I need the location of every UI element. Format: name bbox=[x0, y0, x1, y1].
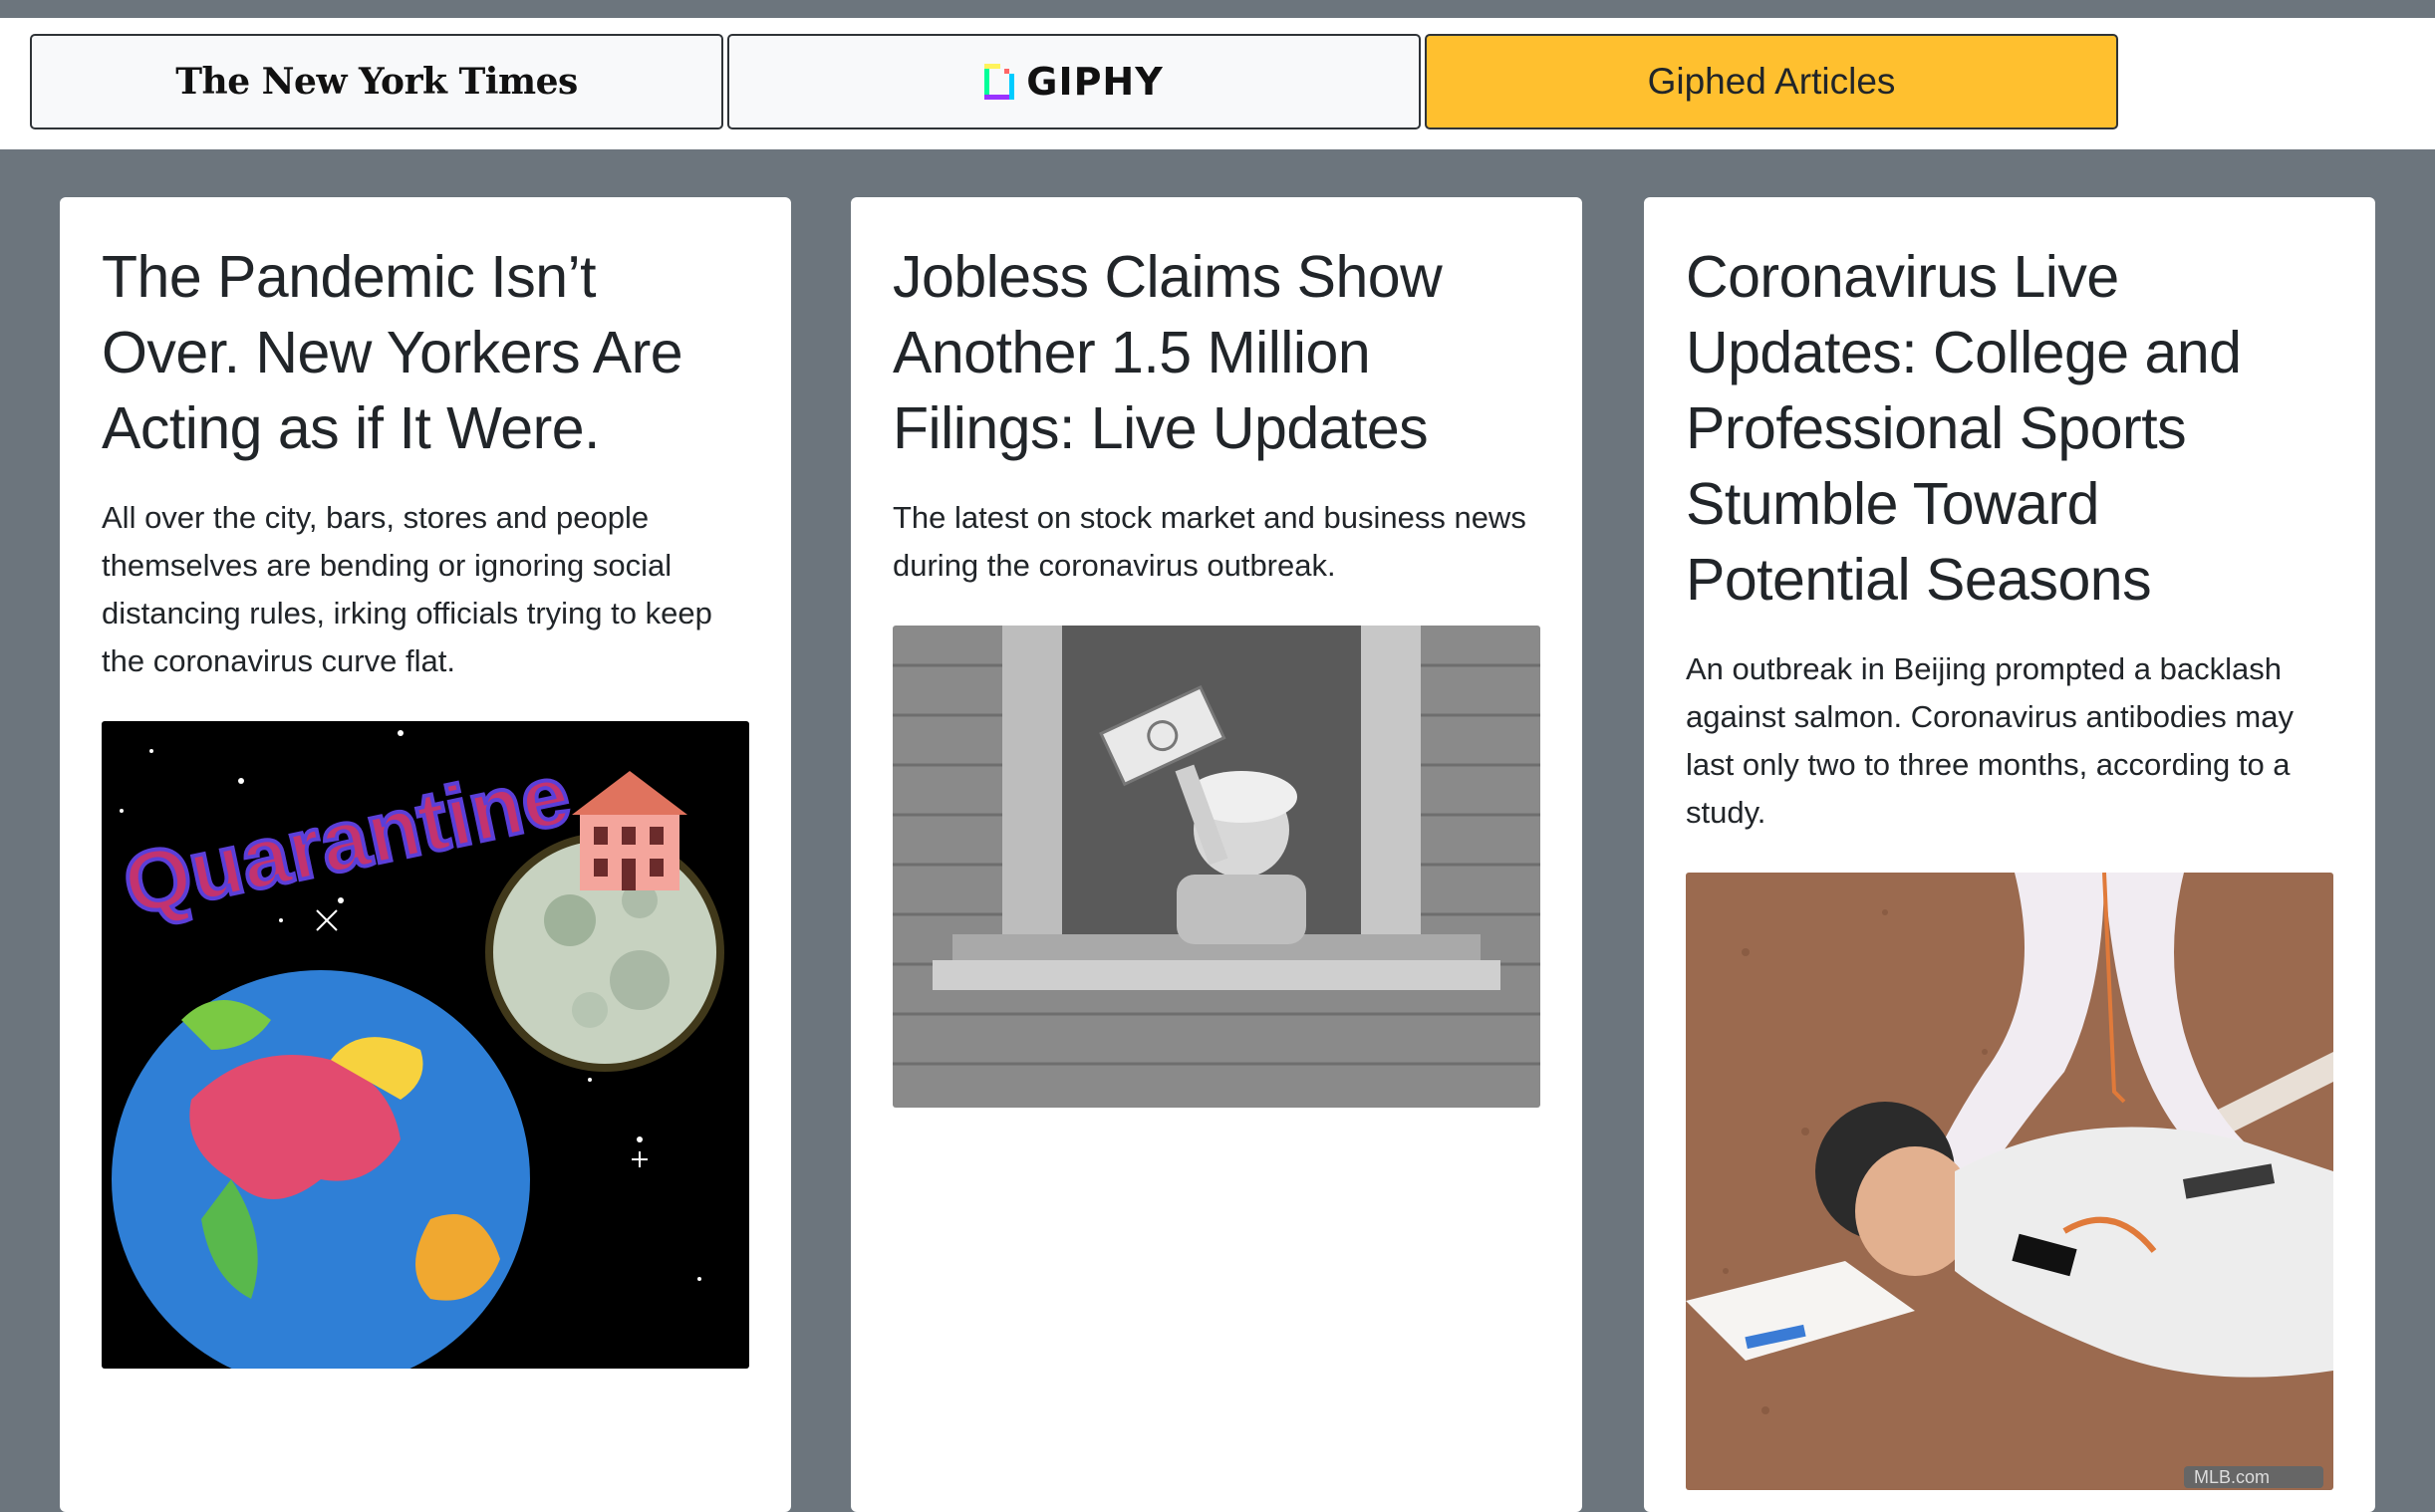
article-title[interactable]: Jobless Claims Show Another 1.5 Million … bbox=[893, 239, 1540, 466]
article-card[interactable]: Jobless Claims Show Another 1.5 Million … bbox=[851, 197, 1582, 1512]
giphy-nav-button[interactable]: GIPHY bbox=[727, 34, 1421, 129]
article-gif-baseball-slide: MLB.com bbox=[1686, 873, 2333, 1490]
nyt-logo: The New York Times bbox=[175, 61, 578, 103]
article-gif-baby-window bbox=[893, 626, 1540, 1108]
giphy-logo-icon bbox=[984, 64, 1015, 100]
article-title[interactable]: The Pandemic Isn’t Over. New Yorkers Are… bbox=[102, 239, 749, 466]
article-summary: The latest on stock market and business … bbox=[893, 500, 1526, 583]
baby-window-gif bbox=[893, 626, 1540, 1108]
top-navbar: The New York Times GIPHY Giphed Articles bbox=[0, 18, 2435, 149]
top-strip bbox=[0, 0, 2435, 18]
article-summary: All over the city, bars, stores and peop… bbox=[102, 500, 712, 678]
article-gif-quarantine: Quarantine bbox=[102, 721, 749, 1369]
nyt-nav-button[interactable]: The New York Times bbox=[30, 34, 723, 129]
mlb-watermark: MLB.com bbox=[2194, 1467, 2270, 1487]
giphy-logo: GIPHY bbox=[984, 60, 1164, 104]
baseball-gif: MLB.com bbox=[1686, 873, 2333, 1490]
article-card[interactable]: Coronavirus Live Updates: College and Pr… bbox=[1644, 197, 2375, 1512]
giphed-articles-button[interactable]: Giphed Articles bbox=[1425, 34, 2118, 129]
giphy-wordmark: GIPHY bbox=[1026, 60, 1164, 104]
giphed-articles-label: Giphed Articles bbox=[1647, 61, 1896, 102]
quarantine-gif: Quarantine bbox=[102, 721, 749, 1369]
article-title[interactable]: Coronavirus Live Updates: College and Pr… bbox=[1686, 239, 2333, 618]
article-card[interactable]: The Pandemic Isn’t Over. New Yorkers Are… bbox=[60, 197, 791, 1512]
article-summary: An outbreak in Beijing prompted a backla… bbox=[1686, 651, 2294, 830]
